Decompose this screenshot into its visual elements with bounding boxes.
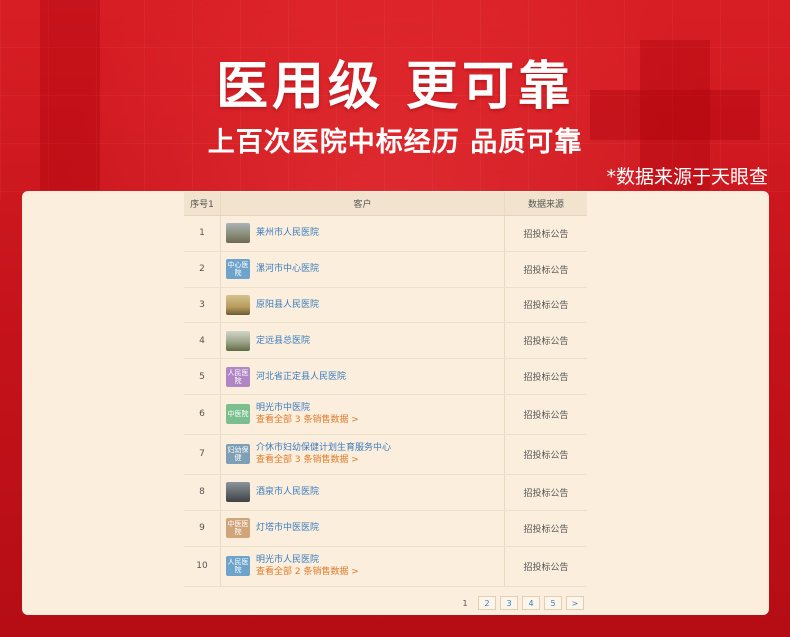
- table-row: 8 酒泉市人民医院 招投标公告: [184, 474, 587, 511]
- row-client: 人民医院 河北省正定县人民医院: [220, 359, 505, 394]
- row-source: 招投标公告: [523, 450, 569, 461]
- page-3[interactable]: 3: [500, 596, 518, 610]
- headline: 医用级 更可靠: [215, 57, 575, 117]
- table-row: 10 人民医院 明光市人民医院 查看全部 2 条销售数据 > 招投标公告: [184, 546, 587, 587]
- row-source: 招投标公告: [523, 265, 569, 276]
- row-source: 招投标公告: [523, 337, 569, 348]
- header-client: 客户: [220, 192, 505, 215]
- row-source: 招投标公告: [523, 373, 569, 384]
- hospital-logo-icon: 中医医院: [226, 518, 250, 539]
- hospital-photo-icon: [226, 223, 250, 244]
- tender-table: 序号1 客户 数据来源 1 莱州市人民医院 招投标公告 2 中心医院 漯河市中心…: [184, 192, 587, 587]
- client-link[interactable]: 明光市人民医院: [256, 554, 359, 566]
- view-all-link[interactable]: 查看全部 3 条销售数据 >: [256, 414, 359, 426]
- client-link[interactable]: 灯塔市中医医院: [256, 522, 319, 534]
- hospital-logo-icon: 中医院: [226, 404, 250, 425]
- row-source: 招投标公告: [523, 562, 569, 573]
- row-source: 招投标公告: [523, 410, 569, 421]
- table-row: 4 定远县总医院 招投标公告: [184, 323, 587, 360]
- header-source: 数据来源: [527, 200, 564, 210]
- hospital-logo-icon: 妇幼保健: [226, 444, 250, 465]
- table-row: 5 人民医院 河北省正定县人民医院 招投标公告: [184, 359, 587, 395]
- row-no: 3: [199, 299, 205, 310]
- table-row: 3 原阳县人民医院 招投标公告: [184, 287, 587, 324]
- table-row: 6 中医院 明光市中医院 查看全部 3 条销售数据 > 招投标公告: [184, 394, 587, 435]
- row-no: 4: [199, 335, 205, 346]
- client-link[interactable]: 明光市中医院: [256, 402, 359, 414]
- row-no: 8: [199, 487, 205, 498]
- row-client: 中心医院 漯河市中心医院: [220, 251, 505, 287]
- hospital-logo-icon: 人民医院: [226, 556, 250, 577]
- row-source: 招投标公告: [523, 488, 569, 499]
- row-no: 2: [199, 264, 205, 275]
- page-5[interactable]: 5: [544, 596, 562, 610]
- row-client: 原阳县人民医院: [220, 287, 505, 323]
- client-link[interactable]: 原阳县人民医院: [256, 299, 319, 311]
- row-client: 酒泉市人民医院: [220, 474, 505, 510]
- row-client: 定远县总医院: [220, 323, 505, 359]
- page-1[interactable]: 1: [456, 596, 474, 610]
- hospital-photo-icon: [226, 330, 250, 351]
- row-source: 招投标公告: [523, 229, 569, 240]
- client-link[interactable]: 酒泉市人民医院: [256, 486, 319, 498]
- client-link[interactable]: 漯河市中心医院: [256, 263, 319, 275]
- header-no[interactable]: 序号1: [184, 197, 220, 210]
- pagination: 1 2 3 4 5 >: [456, 596, 584, 610]
- client-link[interactable]: 河北省正定县人民医院: [256, 371, 346, 383]
- hospital-logo-icon: 人民医院: [226, 366, 250, 387]
- hospital-photo-icon: [226, 482, 250, 503]
- row-no: 7: [199, 449, 205, 460]
- source-note: *数据来源于天眼查: [606, 166, 768, 188]
- client-link[interactable]: 介休市妇幼保健计划生育服务中心: [256, 442, 391, 454]
- row-client: 中医医院 灯塔市中医医院: [220, 510, 505, 546]
- client-link[interactable]: 莱州市人民医院: [256, 227, 319, 239]
- next-page-button[interactable]: >: [566, 596, 584, 610]
- row-no: 1: [199, 228, 205, 239]
- table-row: 7 妇幼保健 介休市妇幼保健计划生育服务中心 查看全部 3 条销售数据 > 招投…: [184, 434, 587, 475]
- row-source: 招投标公告: [523, 524, 569, 535]
- view-all-link[interactable]: 查看全部 3 条销售数据 >: [256, 454, 391, 466]
- table-row: 9 中医医院 灯塔市中医医院 招投标公告: [184, 510, 587, 547]
- hospital-logo-icon: 中心医院: [226, 259, 250, 280]
- row-client: 中医院 明光市中医院 查看全部 3 条销售数据 >: [220, 394, 505, 434]
- page-4[interactable]: 4: [522, 596, 540, 610]
- row-client: 莱州市人民医院: [220, 216, 505, 251]
- row-no: 5: [199, 371, 205, 382]
- view-all-link[interactable]: 查看全部 2 条销售数据 >: [256, 566, 359, 578]
- client-link[interactable]: 定远县总医院: [256, 335, 310, 347]
- table-row: 1 莱州市人民医院 招投标公告: [184, 216, 587, 252]
- row-source: 招投标公告: [523, 301, 569, 312]
- table-header: 序号1 客户 数据来源: [184, 192, 587, 216]
- row-no: 6: [199, 409, 205, 420]
- row-no: 9: [199, 523, 205, 534]
- row-client: 妇幼保健 介休市妇幼保健计划生育服务中心 查看全部 3 条销售数据 >: [220, 434, 505, 474]
- table-row: 2 中心医院 漯河市中心医院 招投标公告: [184, 251, 587, 288]
- subline: 上百次医院中标经历 品质可靠: [207, 127, 583, 158]
- hospital-photo-icon: [226, 294, 250, 315]
- row-client: 人民医院 明光市人民医院 查看全部 2 条销售数据 >: [220, 546, 505, 586]
- row-no: 10: [196, 561, 208, 572]
- page-2[interactable]: 2: [478, 596, 496, 610]
